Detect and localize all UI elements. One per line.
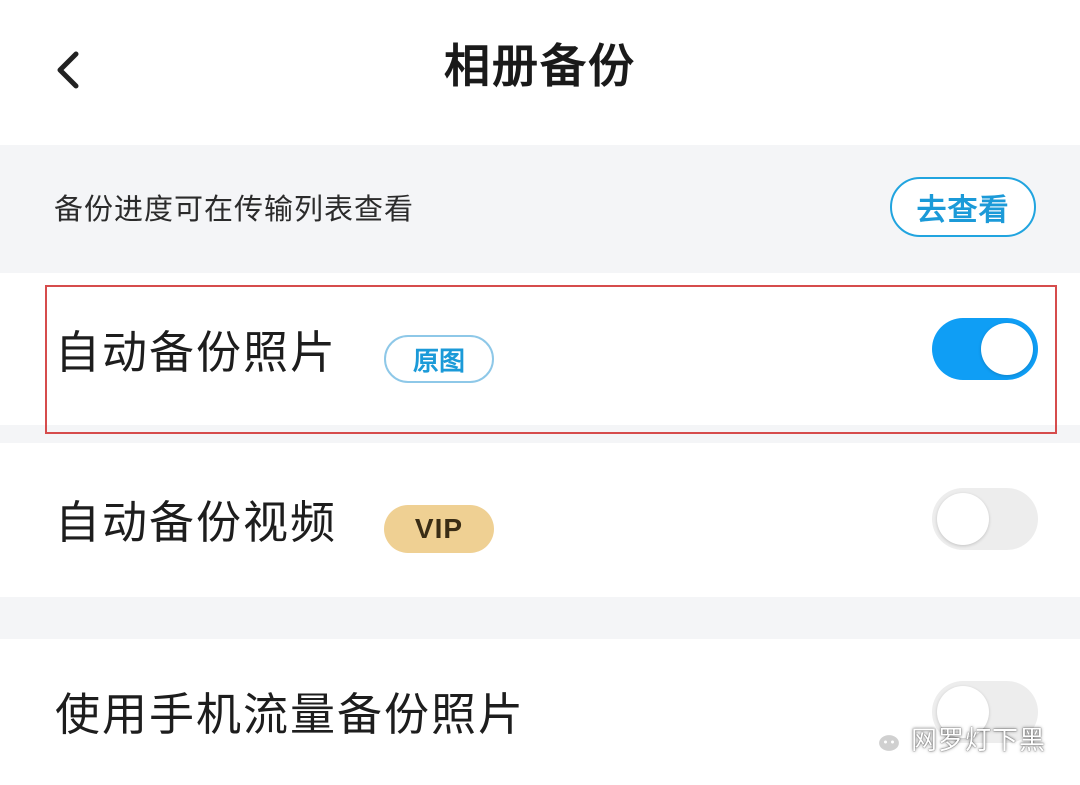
watermark: 网罗灯下黑 <box>863 720 1046 757</box>
auto-backup-photos-row: 自动备份照片 原图 <box>0 273 1080 425</box>
auto-backup-videos-row: 自动备份视频 VIP <box>0 443 1080 597</box>
vip-badge: VIP <box>384 505 494 553</box>
auto-backup-photos-toggle[interactable] <box>932 318 1038 380</box>
section-divider <box>0 425 1080 443</box>
wechat-icon <box>863 722 902 753</box>
toggle-knob <box>937 493 989 545</box>
original-quality-badge[interactable]: 原图 <box>384 335 494 383</box>
mobile-data-backup-row: 使用手机流量备份照片 <box>0 639 1080 785</box>
auto-backup-videos-toggle[interactable] <box>932 488 1038 550</box>
toggle-knob <box>981 323 1033 375</box>
page-title: 相册备份 <box>444 39 636 93</box>
watermark-text: 网罗灯下黑 <box>910 726 1046 756</box>
auto-backup-photos-label: 自动备份照片 <box>55 326 338 379</box>
backup-progress-notice: 备份进度可在传输列表查看 去查看 <box>0 145 1080 273</box>
section-divider <box>0 597 1080 639</box>
notice-text: 备份进度可在传输列表查看 <box>54 192 415 226</box>
mobile-data-backup-label: 使用手机流量备份照片 <box>55 688 526 741</box>
top-bar: 相册备份 <box>0 0 1080 145</box>
auto-backup-videos-label: 自动备份视频 <box>55 496 338 549</box>
view-transfer-list-button[interactable]: 去查看 <box>890 177 1036 237</box>
